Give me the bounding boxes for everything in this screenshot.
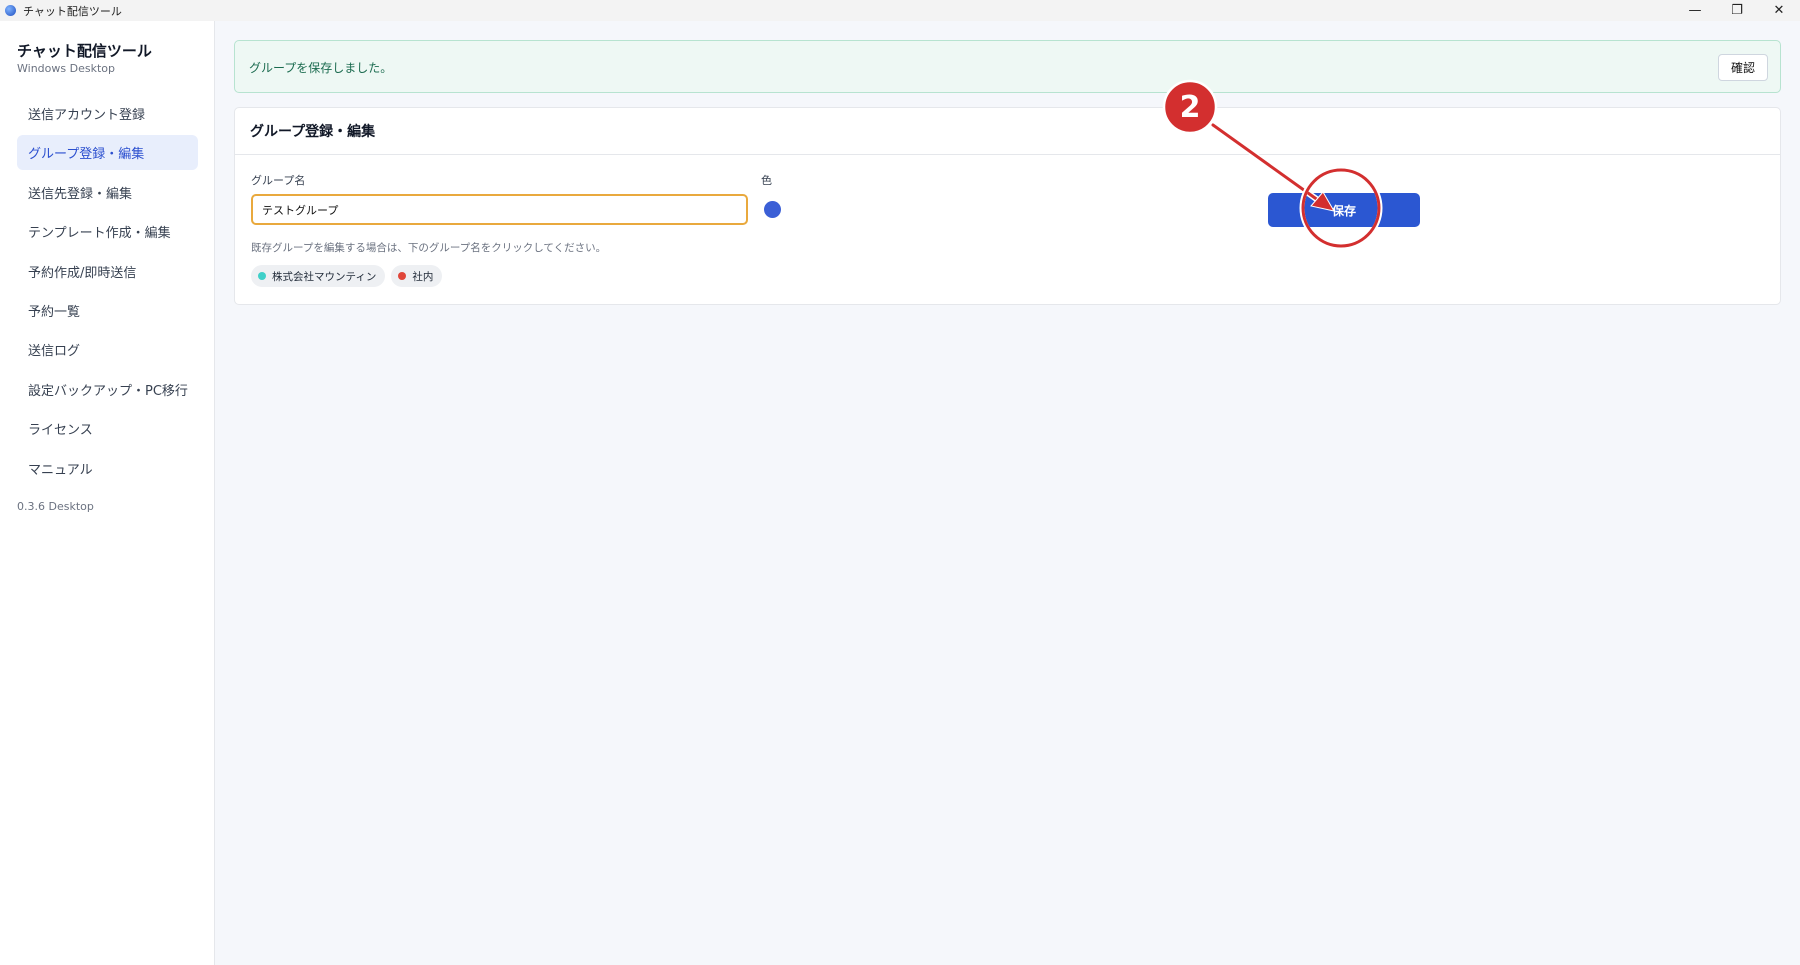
sidebar-item-manual[interactable]: マニュアル <box>17 451 198 486</box>
group-color-dot <box>258 272 266 280</box>
save-button[interactable]: 保存 <box>1268 193 1420 227</box>
sidebar-item-recipients[interactable]: 送信先登録・編集 <box>17 175 198 210</box>
group-chip-list: 株式会社マウンティン 社内 <box>251 265 443 287</box>
version-label: 0.3.6 Desktop <box>17 500 94 513</box>
sidebar-item-backup[interactable]: 設定バックアップ・PC移行 <box>17 372 198 407</box>
group-color-dot <box>398 272 407 280</box>
close-icon[interactable]: ✕ <box>1758 0 1800 21</box>
title-bar: チャット配信ツール — ❐ ✕ <box>0 0 1800 21</box>
group-edit-card: グループ登録・編集 グループ名 色 保存 既存グループを編集する場合は、下のグル… <box>234 107 1781 305</box>
sidebar-item-groups[interactable]: グループ登録・編集 <box>17 135 198 171</box>
success-notice: グループを保存しました。 確認 <box>234 40 1781 93</box>
group-name-input[interactable] <box>251 194 748 225</box>
window-title: チャット配信ツール <box>23 4 122 18</box>
sidebar: チャット配信ツール Windows Desktop 送信アカウント登録 グループ… <box>0 21 215 965</box>
brand-title: チャット配信ツール <box>17 42 152 60</box>
group-chip-label: 株式会社マウンティン <box>272 270 377 283</box>
color-label: 色 <box>761 174 772 187</box>
card-title: グループ登録・編集 <box>235 108 1780 155</box>
brand-subtitle: Windows Desktop <box>17 62 115 75</box>
sidebar-item-license[interactable]: ライセンス <box>17 411 198 446</box>
group-chip-label: 社内 <box>412 270 434 283</box>
color-picker-swatch[interactable] <box>764 201 781 218</box>
sidebar-item-schedule-send[interactable]: 予約作成/即時送信 <box>17 254 198 289</box>
group-chip[interactable]: 株式会社マウンティン <box>251 265 386 287</box>
sidebar-item-sender-accounts[interactable]: 送信アカウント登録 <box>17 96 198 131</box>
sidebar-item-send-log[interactable]: 送信ログ <box>17 332 198 367</box>
sidebar-nav: 送信アカウント登録 グループ登録・編集 送信先登録・編集 テンプレート作成・編集… <box>17 96 198 490</box>
group-chip[interactable]: 社内 <box>391 265 443 287</box>
app-icon <box>5 5 16 16</box>
edit-hint: 既存グループを編集する場合は、下のグループ名をクリックしてください。 <box>251 242 607 254</box>
sidebar-item-schedule-list[interactable]: 予約一覧 <box>17 293 198 328</box>
restore-icon[interactable]: ❐ <box>1716 0 1758 21</box>
confirm-button[interactable]: 確認 <box>1718 54 1768 81</box>
notice-message: グループを保存しました。 <box>249 61 393 75</box>
window-controls: — ❐ ✕ <box>1674 0 1800 21</box>
sidebar-item-templates[interactable]: テンプレート作成・編集 <box>17 214 198 249</box>
minimize-icon[interactable]: — <box>1674 0 1716 21</box>
group-name-label: グループ名 <box>251 174 306 187</box>
